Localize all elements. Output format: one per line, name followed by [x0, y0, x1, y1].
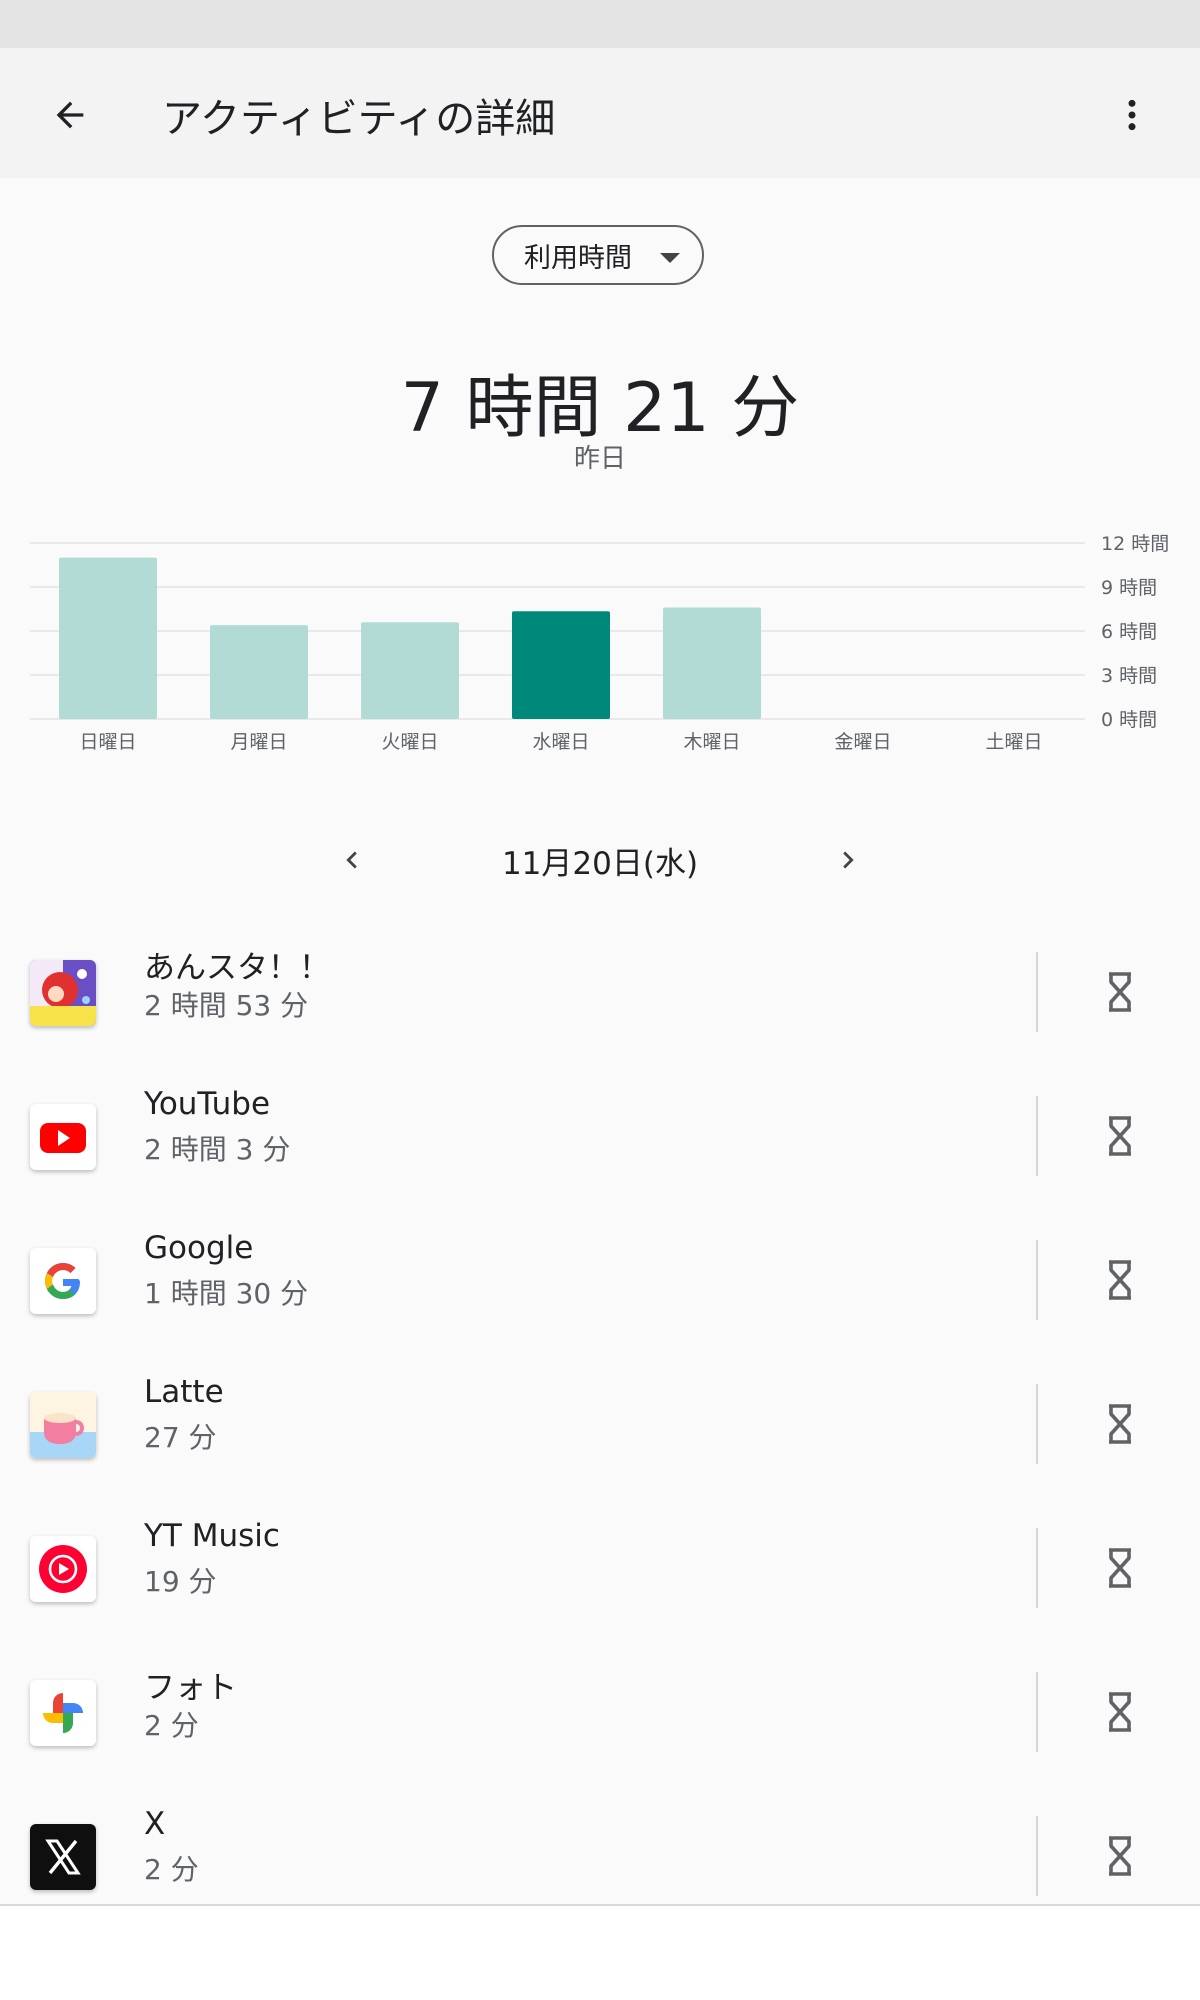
date-navigator: 11月20日(水)	[0, 820, 1200, 900]
app-timer-button[interactable]	[1088, 1248, 1152, 1312]
chart-bar[interactable]	[663, 607, 761, 719]
app-name: フォト	[144, 1670, 237, 1706]
app-timer-button[interactable]	[1088, 960, 1152, 1024]
x-icon	[30, 1824, 96, 1890]
metric-dropdown[interactable]: 利用時間	[492, 225, 704, 285]
hourglass-icon	[1109, 1548, 1131, 1588]
app-name: あんスタ！！	[144, 950, 330, 986]
y-tick-label: 6 時間	[1101, 621, 1157, 643]
app-name: YT Music	[144, 1518, 280, 1554]
page-title: アクティビティの詳細	[162, 96, 556, 142]
divider	[1036, 1384, 1038, 1464]
app-row-photos[interactable]: フォト 2 分	[0, 1640, 1200, 1784]
divider	[1036, 1528, 1038, 1608]
more-vert-icon	[1128, 99, 1136, 131]
app-row-yt-music[interactable]: YT Music 19 分	[0, 1496, 1200, 1640]
total-usage-time: 7 時間 21 分	[400, 369, 800, 448]
x-tick-label: 日曜日	[79, 731, 136, 753]
app-row-latte[interactable]: Latte 27 分	[0, 1352, 1200, 1496]
app-row-ensemble-stars[interactable]: あんスタ！！ 2 時間 53 分	[0, 920, 1200, 1064]
youtube-icon	[30, 1104, 96, 1170]
next-day-button[interactable]	[816, 828, 880, 892]
x-tick-label: 土曜日	[985, 731, 1042, 753]
hourglass-icon	[1109, 1260, 1131, 1300]
app-timer-button[interactable]	[1088, 1680, 1152, 1744]
chart-bar[interactable]	[361, 622, 459, 719]
latte-icon	[30, 1392, 96, 1458]
selected-date: 11月20日(水)	[501, 846, 699, 882]
divider	[1036, 1096, 1038, 1176]
y-tick-label: 9 時間	[1101, 577, 1157, 599]
ensemble-stars-icon	[30, 960, 96, 1026]
app-usage-time: 2 時間 53 分	[144, 989, 309, 1022]
weekly-usage-chart: 0 時間 3 時間 6 時間 9 時間 12 時間日曜日 月曜日 火曜日 水曜日 木曜日 金曜日 土…	[30, 533, 1169, 753]
divider	[1036, 1240, 1038, 1320]
app-name: Google	[144, 1230, 254, 1266]
hourglass-icon	[1109, 1116, 1131, 1156]
app-timer-button[interactable]	[1088, 1104, 1152, 1168]
back-button[interactable]	[38, 83, 102, 147]
app-name: Latte	[144, 1374, 224, 1410]
hourglass-icon	[1109, 1692, 1131, 1732]
chart-bar[interactable]	[59, 557, 157, 719]
app-row-google[interactable]: Google 1 時間 30 分	[0, 1208, 1200, 1352]
divider	[1036, 952, 1038, 1032]
app-row-youtube[interactable]: YouTube 2 時間 3 分	[0, 1064, 1200, 1208]
app-usage-time: 2 時間 3 分	[144, 1133, 291, 1166]
app-usage-time: 1 時間 30 分	[144, 1277, 309, 1310]
divider	[1036, 1672, 1038, 1752]
chart-bar[interactable]	[210, 625, 308, 719]
app-name: X	[144, 1806, 166, 1842]
app-usage-time: 27 分	[144, 1421, 217, 1454]
y-tick-label: 3 時間	[1101, 665, 1157, 687]
chart-bar[interactable]	[512, 611, 610, 719]
app-name: YouTube	[144, 1086, 271, 1122]
more-options-button[interactable]	[1100, 83, 1164, 147]
app-usage-list: あんスタ！！ 2 時間 53 分 YouTube 2 時間 3 分 Google…	[0, 920, 1200, 1928]
status-bar	[0, 0, 1200, 48]
app-usage-time: 2 分	[144, 1853, 199, 1886]
x-tick-label: 木曜日	[683, 731, 740, 753]
app-usage-time: 19 分	[144, 1565, 217, 1598]
chevron-right-icon	[843, 851, 854, 869]
y-tick-label: 0 時間	[1101, 709, 1157, 731]
y-tick-label: 12 時間	[1101, 533, 1169, 555]
photos-icon	[30, 1680, 96, 1746]
dropdown-caret-icon	[660, 253, 680, 263]
x-tick-label: 火曜日	[381, 731, 438, 753]
divider	[1036, 1816, 1038, 1896]
app-timer-button[interactable]	[1088, 1392, 1152, 1456]
hourglass-icon	[1109, 1836, 1131, 1876]
top-app-bar: アクティビティの詳細	[0, 48, 1200, 178]
x-tick-label: 金曜日	[834, 731, 891, 753]
hourglass-icon	[1109, 1404, 1131, 1444]
x-tick-label: 月曜日	[230, 731, 287, 753]
total-usage-label: 昨日	[573, 444, 626, 474]
app-timer-button[interactable]	[1088, 1824, 1152, 1888]
app-usage-time: 2 分	[144, 1709, 199, 1742]
yt-music-icon	[30, 1536, 96, 1602]
arrow-back-icon	[56, 101, 84, 129]
app-timer-button[interactable]	[1088, 1536, 1152, 1600]
metric-dropdown-label: 利用時間	[524, 242, 632, 274]
google-icon	[30, 1248, 96, 1314]
x-tick-label: 水曜日	[532, 731, 589, 753]
hourglass-icon	[1109, 972, 1131, 1012]
bottom-area	[0, 1906, 1200, 2000]
